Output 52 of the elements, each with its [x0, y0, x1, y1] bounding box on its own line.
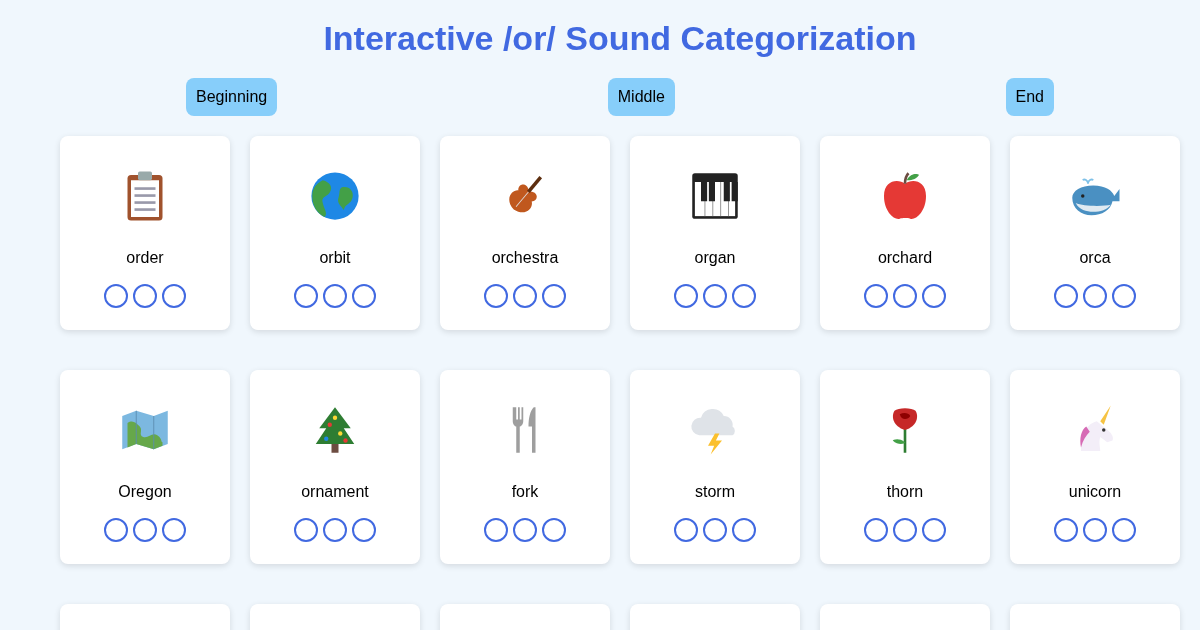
radio-option[interactable]: [104, 518, 128, 542]
word-label: orchard: [877, 248, 933, 268]
word-label: thorn: [886, 482, 924, 502]
radio-option[interactable]: [294, 518, 318, 542]
radio-option[interactable]: [104, 284, 128, 308]
radio-option[interactable]: [732, 518, 756, 542]
radio-option[interactable]: [133, 518, 157, 542]
radio-option[interactable]: [864, 284, 888, 308]
word-label: Oregon: [118, 482, 172, 502]
radio-option[interactable]: [484, 284, 508, 308]
category-label: End: [1005, 78, 1054, 116]
radio-option[interactable]: [323, 284, 347, 308]
radio-option[interactable]: [542, 284, 566, 308]
radio-option[interactable]: [542, 518, 566, 542]
radio-option[interactable]: [1083, 284, 1107, 308]
category-label: Middle: [607, 78, 675, 116]
radio-option[interactable]: [703, 518, 727, 542]
radio-option[interactable]: [294, 284, 318, 308]
radio-option[interactable]: [352, 518, 376, 542]
radio-option[interactable]: [1112, 518, 1136, 542]
radio-option[interactable]: [513, 284, 537, 308]
radio-option[interactable]: [674, 284, 698, 308]
radio-option[interactable]: [162, 284, 186, 308]
radio-option[interactable]: [484, 518, 508, 542]
radio-option[interactable]: [1112, 284, 1136, 308]
radio-option[interactable]: [732, 284, 756, 308]
word-label: fork: [511, 482, 539, 502]
word-label: storm: [695, 482, 735, 502]
radio-option[interactable]: [352, 284, 376, 308]
radio-option[interactable]: [922, 284, 946, 308]
word-label: orca: [1079, 248, 1111, 268]
radio-option[interactable]: [674, 518, 698, 542]
radio-option[interactable]: [864, 518, 888, 542]
word-label: orchestra: [491, 248, 559, 268]
word-label: orbit: [319, 248, 351, 268]
radio-option[interactable]: [703, 284, 727, 308]
radio-option[interactable]: [893, 284, 917, 308]
radio-option[interactable]: [893, 518, 917, 542]
category-label: Beginning: [186, 78, 278, 116]
radio-option[interactable]: [323, 518, 347, 542]
word-label: organ: [694, 248, 736, 268]
word-label: unicorn: [1068, 482, 1122, 502]
word-label: order: [126, 248, 164, 268]
radio-option[interactable]: [1083, 518, 1107, 542]
radio-option[interactable]: [162, 518, 186, 542]
radio-option[interactable]: [922, 518, 946, 542]
radio-option[interactable]: [133, 284, 157, 308]
word-label: ornament: [301, 482, 369, 502]
radio-option[interactable]: [1054, 518, 1078, 542]
page-title: Interactive /or/ Sound Categorization: [322, 18, 918, 58]
radio-option[interactable]: [513, 518, 537, 542]
radio-option[interactable]: [1054, 284, 1078, 308]
